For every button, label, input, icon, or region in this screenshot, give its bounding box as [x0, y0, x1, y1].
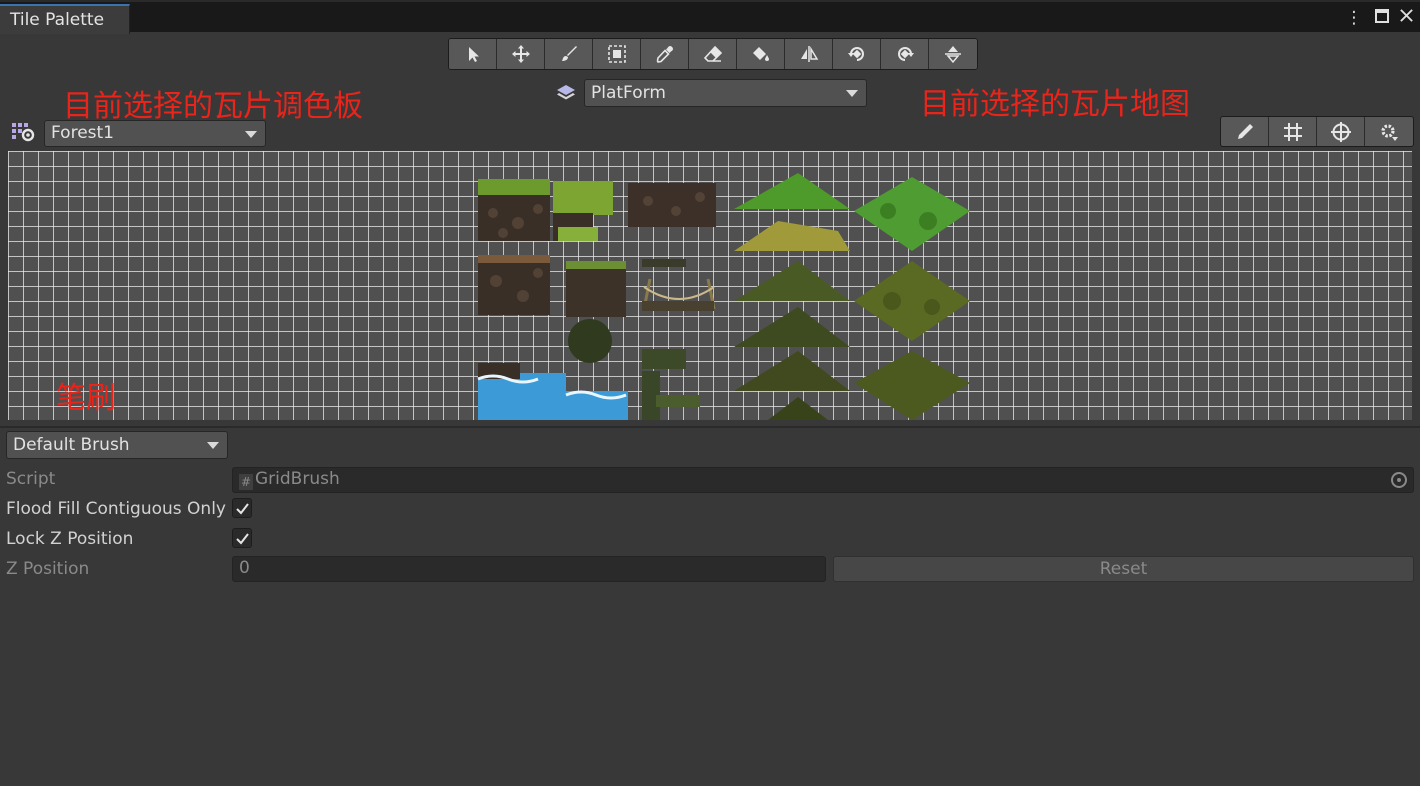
tile-dirt-column[interactable] — [566, 261, 626, 363]
box-fill-icon — [607, 45, 626, 63]
script-field: # GridBrush — [232, 467, 1414, 493]
palette-grid[interactable] — [8, 151, 1412, 420]
select-tool-button[interactable] — [449, 39, 497, 69]
select-icon — [468, 47, 479, 62]
tile-foliage-dark-diamond[interactable] — [854, 261, 970, 341]
close-icon[interactable] — [1396, 8, 1416, 28]
rotate-cw-tool-button[interactable] — [833, 39, 881, 69]
edit-pencil-icon — [1237, 123, 1253, 139]
erase-tool-button[interactable] — [689, 39, 737, 69]
script-icon: # — [239, 474, 253, 490]
flood-fill-checkbox[interactable] — [232, 498, 252, 518]
z-position-input[interactable]: 0 — [232, 556, 826, 582]
chevron-down-icon — [846, 90, 858, 97]
flip-y-tool-button[interactable] — [929, 39, 977, 69]
tile-foliage-green-light[interactable] — [734, 173, 850, 251]
paint-brush-icon — [561, 46, 577, 61]
tile-foliage-dark-1[interactable] — [734, 261, 850, 347]
chevron-down-icon — [245, 130, 257, 138]
active-tilemap-dropdown[interactable]: PlatForm — [584, 79, 867, 107]
tile-foliage-green-diamond[interactable] — [854, 177, 970, 251]
checkmark-icon — [236, 533, 249, 545]
brush-value: Default Brush — [13, 435, 130, 455]
flood-fill-icon — [752, 47, 769, 61]
rotate-counterclockwise-icon — [897, 47, 914, 61]
palette-dropdown[interactable]: Forest1 — [44, 120, 266, 147]
picker-tool-button[interactable] — [641, 39, 689, 69]
toggle-grid-button[interactable] — [1269, 117, 1317, 146]
tile-ground-grass-block[interactable] — [478, 179, 550, 241]
tile-tools-toolbar — [448, 38, 978, 70]
box-fill-tool-button[interactable] — [593, 39, 641, 69]
palette-tiles — [477, 173, 970, 420]
flip-y-icon — [945, 46, 961, 64]
rotate-clockwise-icon — [847, 47, 864, 61]
palette-settings-button[interactable] — [1365, 117, 1413, 146]
z-position-label: Z Position — [6, 559, 90, 579]
move-tool-button[interactable] — [497, 39, 545, 69]
script-label: Script — [6, 469, 56, 489]
tile-rope-bridge[interactable] — [642, 259, 716, 311]
settings-icon — [1381, 123, 1398, 141]
edit-palette-button[interactable] — [1221, 117, 1269, 146]
grid-icon — [1283, 122, 1302, 141]
annotation-palette: 目前选择的瓦片调色板 — [63, 89, 363, 124]
flood-fill-tool-button[interactable] — [737, 39, 785, 69]
script-value: GridBrush — [255, 469, 340, 489]
brush-dropdown[interactable]: Default Brush — [6, 431, 228, 459]
annotation-brush: 笔刷 — [56, 381, 116, 416]
maximize-icon[interactable] — [1372, 8, 1392, 28]
panel-divider — [0, 426, 1420, 428]
annotation-tilemap: 目前选择的瓦片地图 — [920, 87, 1190, 122]
move-icon — [511, 45, 530, 63]
gizmos-icon — [1330, 121, 1351, 142]
erase-icon — [703, 45, 722, 62]
object-picker-icon[interactable] — [1391, 472, 1407, 488]
window-tab-bar: Tile Palette ⋮ — [0, 0, 1420, 34]
tile-vine-pillar[interactable] — [642, 349, 700, 420]
tile-water[interactable] — [477, 363, 628, 420]
reset-button[interactable]: Reset — [833, 556, 1414, 582]
flip-x-icon — [800, 46, 818, 62]
flip-x-tool-button[interactable] — [785, 39, 833, 69]
paint-tool-button[interactable] — [545, 39, 593, 69]
layers-icon — [557, 85, 575, 100]
palette-tools — [1220, 116, 1414, 147]
tab-tile-palette[interactable]: Tile Palette — [0, 4, 130, 34]
tile-dirt-strip[interactable] — [628, 183, 716, 227]
lock-z-checkbox[interactable] — [232, 528, 252, 548]
z-position-value: 0 — [239, 558, 250, 578]
chevron-down-icon — [207, 442, 219, 449]
tile-dirt-block[interactable] — [478, 255, 550, 315]
flood-fill-label: Flood Fill Contiguous Only — [6, 499, 226, 519]
pick-eyedropper-icon — [656, 46, 673, 63]
toggle-gizmos-button[interactable] — [1317, 117, 1365, 146]
tile-grass-corner[interactable] — [553, 181, 613, 241]
palette-value: Forest1 — [51, 123, 114, 143]
tile-foliage-dark-2[interactable] — [734, 351, 970, 420]
rotate-ccw-tool-button[interactable] — [881, 39, 929, 69]
active-tilemap-value: PlatForm — [591, 83, 666, 103]
lock-z-label: Lock Z Position — [6, 529, 134, 549]
tile-palette-icon — [12, 123, 35, 142]
more-menu-icon[interactable]: ⋮ — [1344, 8, 1364, 28]
checkmark-icon — [236, 503, 249, 515]
